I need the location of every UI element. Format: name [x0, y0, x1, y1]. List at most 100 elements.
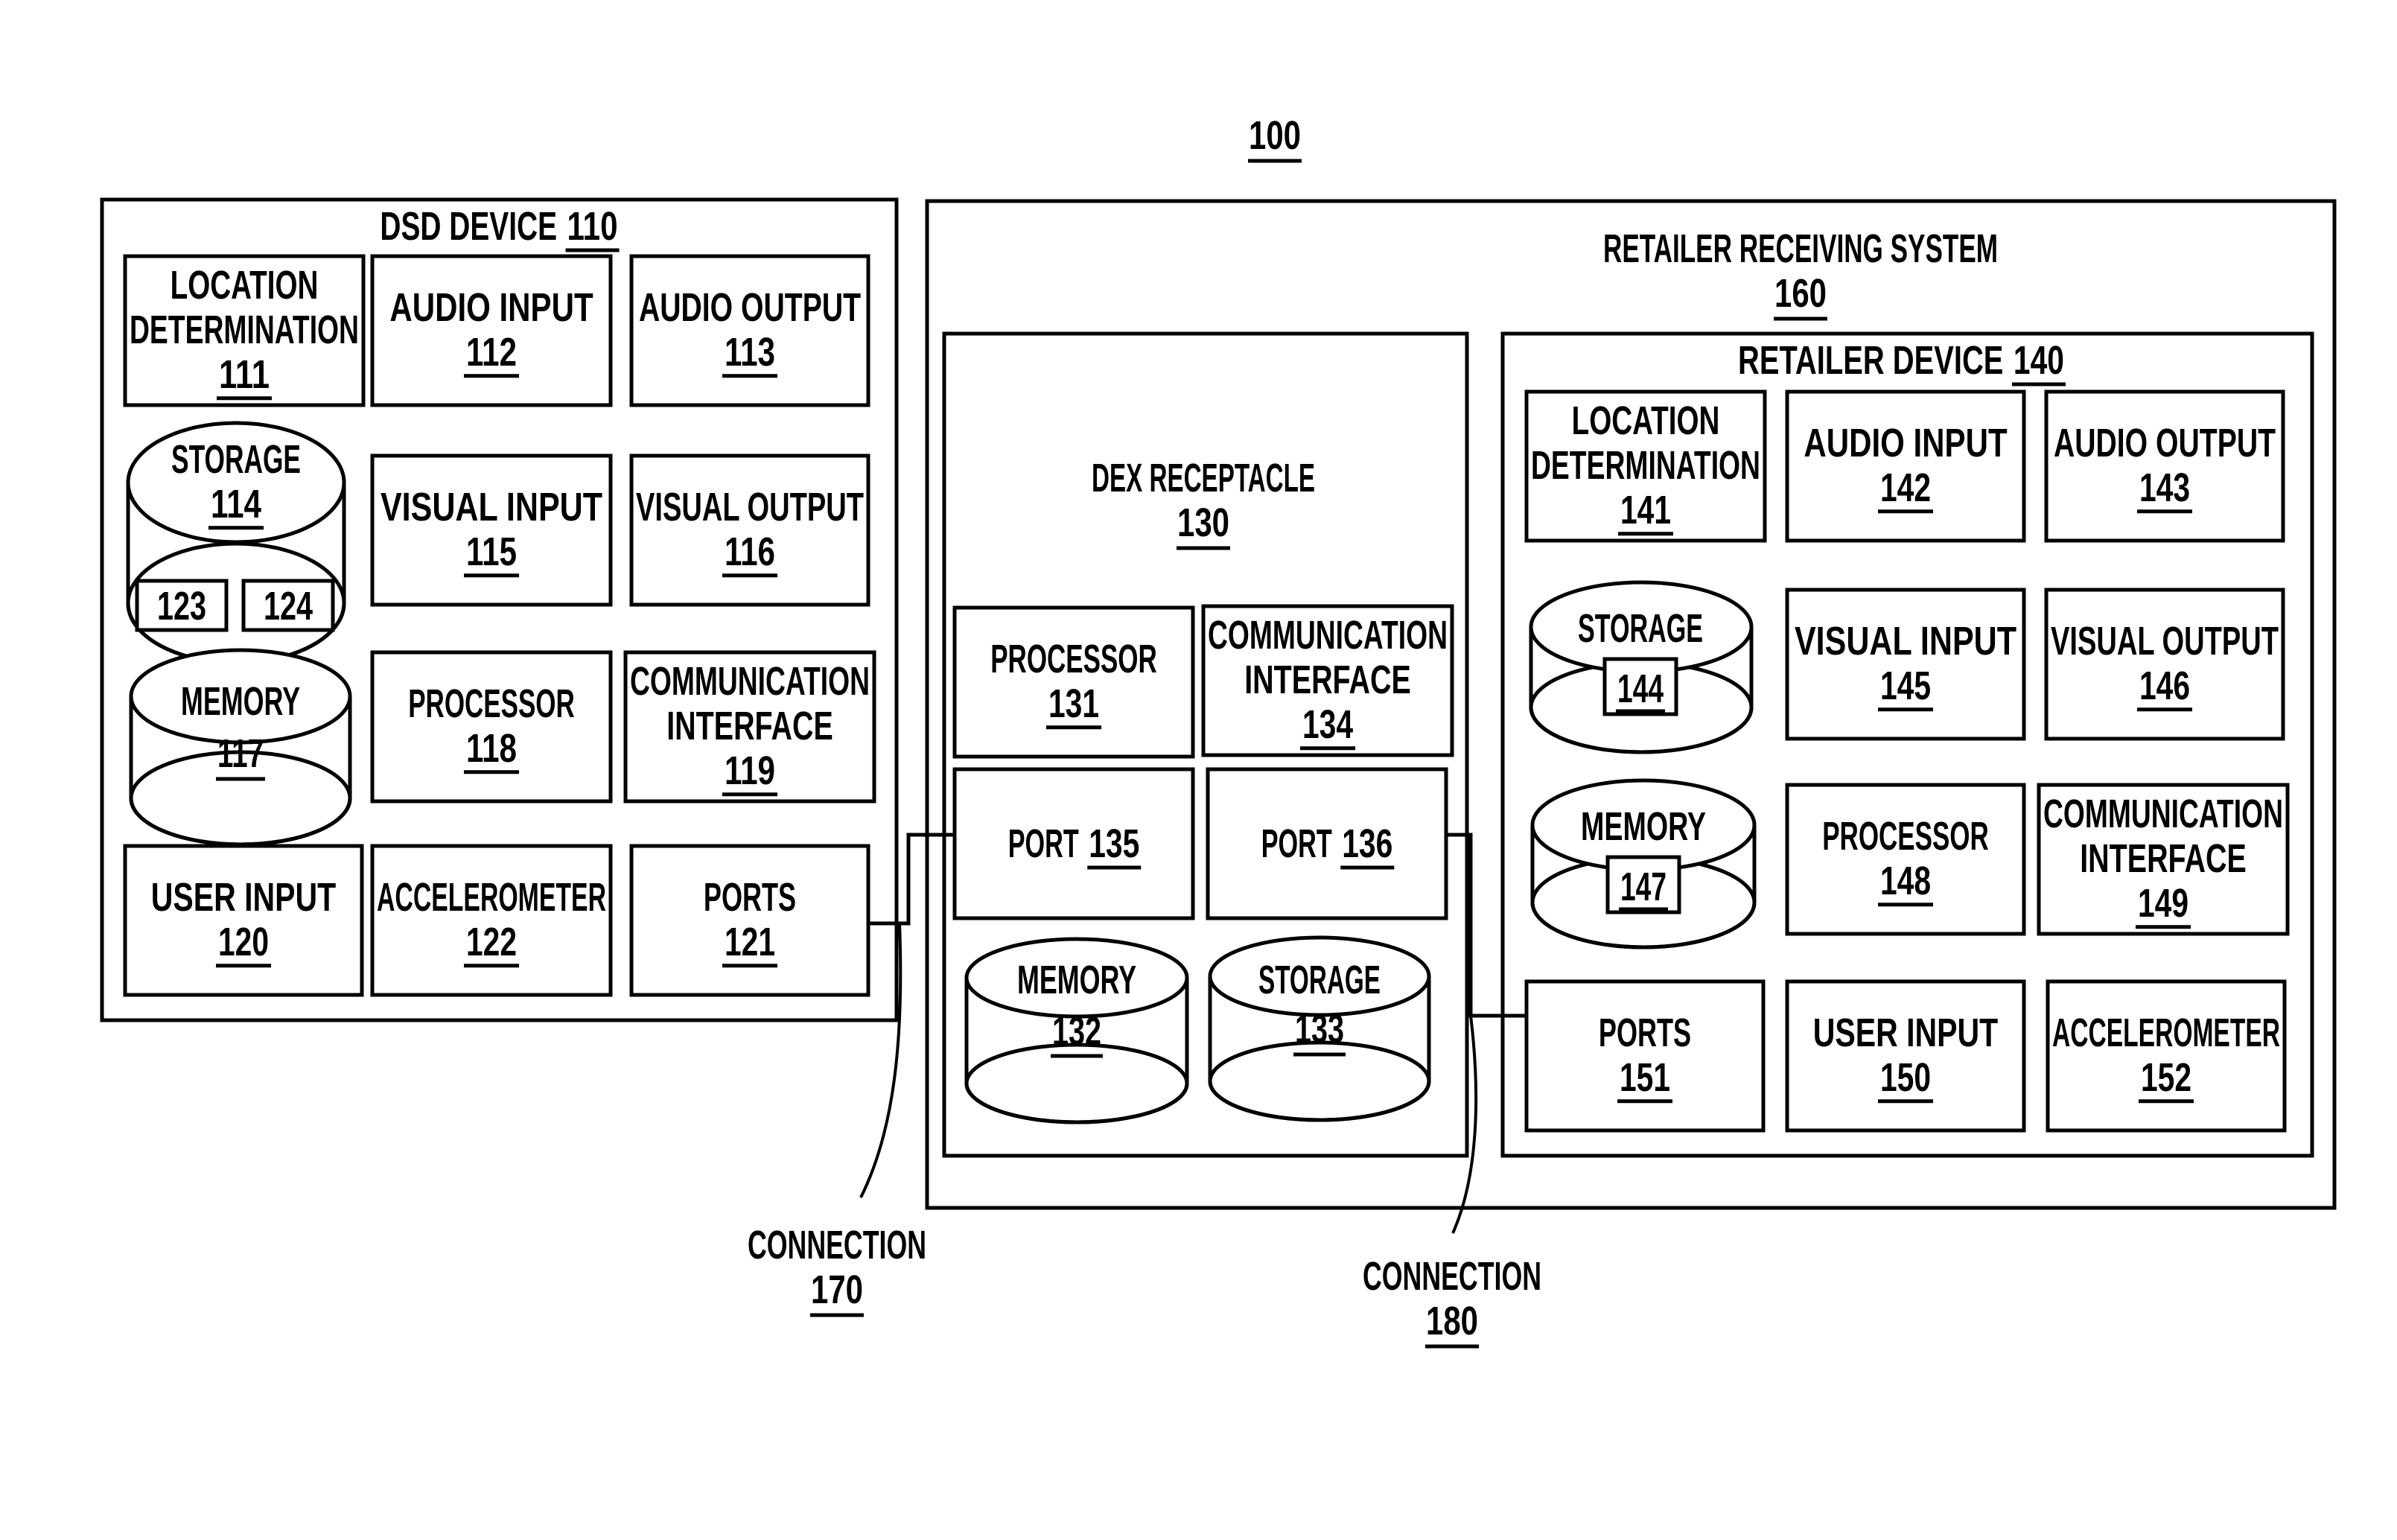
retailer-visual-output[interactable]: VISUAL OUTPUT146 — [2044, 588, 2285, 741]
retailer-device-title-title: RETAILER DEVICE — [1738, 338, 2003, 383]
dsd-location-determination-label: LOCATION — [171, 263, 319, 308]
dex-port-135-caption-ref: 135 — [1089, 821, 1139, 866]
dsd-processor[interactable]: PROCESSOR118 — [370, 650, 613, 804]
retailer-audio-output-label: AUDIO OUTPUT — [2054, 421, 2276, 465]
dsd-visual-input-ref: 115 — [466, 529, 517, 574]
connection-170-label: CONNECTION170 — [748, 1223, 926, 1317]
storage-item-ref: 124 — [264, 584, 313, 629]
dsd-storage[interactable]: STORAGE114 123 124 — [126, 421, 346, 665]
retailer-location-determination[interactable]: LOCATIONDETERMINATION141 — [1524, 389, 1767, 543]
dsd-accelerometer-ref: 122 — [466, 920, 517, 964]
retailer-storage-label: STORAGE — [1578, 606, 1703, 651]
dsd-visual-output-label: VISUAL OUTPUT — [636, 485, 864, 529]
dex-port-136[interactable]: PORT 136 — [1206, 767, 1448, 920]
dsd-accelerometer[interactable]: ACCELEROMETER122 — [370, 844, 613, 997]
retailer-communication-interface[interactable]: COMMUNICATIONINTERFACE149 — [2037, 783, 2290, 936]
dsd-location-determination-label: DETERMINATION — [130, 308, 359, 352]
retailer-visual-input[interactable]: VISUAL INPUT145 — [1785, 588, 2026, 741]
retailer-ports[interactable]: PORTS151 — [1524, 979, 1766, 1133]
dex-receptacle-title: DEX RECEPTACLE130 — [1092, 456, 1315, 550]
dsd-location-determination[interactable]: LOCATIONDETERMINATION111 — [123, 254, 366, 407]
dex-processor-label: PROCESSOR — [990, 637, 1157, 681]
dsd-memory-label: MEMORY — [181, 679, 300, 724]
retailer-location-determination-ref: 141 — [1620, 488, 1671, 532]
dex-port-135-caption: PORT 135 — [1008, 821, 1142, 870]
retailer-communication-interface-label: INTERFACE — [2080, 836, 2247, 881]
retailer-memory-ref: 147 — [1620, 865, 1667, 909]
connection-180-leader — [1451, 1015, 1478, 1234]
dex-port-136-caption: PORT 136 — [1261, 821, 1395, 870]
retailer-receiving-system-label: RETAILER RECEIVING SYSTEM — [1603, 226, 1998, 271]
connection-180-wire[interactable] — [1446, 833, 1527, 1018]
retailer-accelerometer[interactable]: ACCELEROMETER152 — [2046, 979, 2287, 1133]
retailer-communication-interface-label: COMMUNICATION — [2043, 792, 2283, 836]
dex-processor-ref: 131 — [1048, 681, 1099, 726]
dsd-ports[interactable]: PORTS121 — [629, 844, 870, 997]
dsd-visual-input[interactable]: VISUAL INPUT115 — [370, 454, 613, 607]
dsd-user-input-ref: 120 — [218, 920, 269, 964]
dex-port-135-caption-title: PORT — [1008, 821, 1079, 866]
retailer-visual-input-label: VISUAL INPUT — [1795, 619, 2016, 664]
dsd-storage-item-123[interactable]: 123 — [135, 579, 229, 632]
retailer-visual-input-ref: 145 — [1880, 664, 1931, 708]
dex-communication-interface[interactable]: COMMUNICATIONINTERFACE134 — [1201, 604, 1454, 757]
retailer-device-title-ref: 140 — [2014, 338, 2064, 383]
dsd-visual-output[interactable]: VISUAL OUTPUT116 — [629, 454, 870, 607]
retailer-ports-ref: 151 — [1620, 1055, 1670, 1100]
dsd-memory[interactable]: MEMORY 117 — [129, 648, 352, 847]
retailer-storage[interactable]: STORAGE 144 — [1529, 580, 1754, 754]
dex-memory[interactable]: MEMORY 132 — [964, 937, 1189, 1124]
dsd-audio-input[interactable]: AUDIO INPUT112 — [370, 254, 613, 407]
dex-processor[interactable]: PROCESSOR131 — [952, 605, 1195, 759]
dsd-device-title: DSD DEVICE 110 — [380, 204, 620, 252]
figure-ref-number: 100 — [1249, 113, 1301, 158]
dex-port-135[interactable]: PORT 135 — [952, 767, 1195, 920]
retailer-visual-output-ref: 146 — [2139, 664, 2190, 708]
connection-ref: 180 — [1426, 1299, 1478, 1343]
dex-storage-label: STORAGE — [1258, 958, 1381, 1002]
dsd-storage-item-124[interactable]: 124 — [241, 579, 335, 632]
dsd-storage-label: STORAGE — [171, 437, 301, 482]
dsd-communication-interface[interactable]: COMMUNICATIONINTERFACE119 — [623, 650, 876, 804]
dex-storage[interactable]: STORAGE 133 — [1208, 935, 1431, 1122]
retailer-memory-label: MEMORY — [1581, 804, 1706, 849]
dsd-location-determination-ref: 111 — [219, 352, 270, 397]
retailer-processor-ref: 148 — [1880, 859, 1931, 903]
dex-memory-label: MEMORY — [1017, 958, 1136, 1002]
dsd-storage-ref: 114 — [211, 482, 261, 526]
dsd-memory-ref: 117 — [217, 731, 264, 776]
dex-communication-interface-label: COMMUNICATION — [1208, 613, 1448, 658]
retailer-audio-input-label: AUDIO INPUT — [1804, 421, 2007, 465]
dsd-processor-label: PROCESSOR — [408, 681, 575, 726]
dsd-visual-output-ref: 116 — [725, 529, 775, 574]
retailer-memory[interactable]: MEMORY 147 — [1530, 778, 1757, 949]
retailer-accelerometer-ref: 152 — [2141, 1055, 2191, 1100]
retailer-visual-output-label: VISUAL OUTPUT — [2051, 619, 2279, 664]
retailer-location-determination-label: DETERMINATION — [1531, 443, 1760, 488]
dsd-audio-output[interactable]: AUDIO OUTPUT113 — [629, 254, 870, 407]
dsd-accelerometer-label: ACCELEROMETER — [377, 875, 606, 920]
dsd-audio-output-ref: 113 — [725, 330, 775, 375]
connection-label-text: CONNECTION — [748, 1223, 926, 1267]
dsd-audio-input-label: AUDIO INPUT — [389, 285, 593, 330]
dex-storage-ref: 133 — [1295, 1007, 1344, 1051]
retailer-audio-output[interactable]: AUDIO OUTPUT143 — [2044, 389, 2285, 543]
dsd-device-title-title: DSD DEVICE — [380, 204, 557, 249]
dex-communication-interface-label: INTERFACE — [1244, 658, 1411, 702]
retailer-location-determination-label: LOCATION — [1572, 398, 1720, 443]
dsd-communication-interface-label: INTERFACE — [666, 704, 833, 748]
retailer-ports-label: PORTS — [1599, 1011, 1691, 1055]
retailer-processor[interactable]: PROCESSOR148 — [1785, 783, 2026, 936]
dsd-audio-input-ref: 112 — [466, 330, 517, 375]
system-diagram: LOCATIONDETERMINATION111AUDIO INPUT112AU… — [100, 113, 2337, 1349]
retailer-audio-output-ref: 143 — [2139, 465, 2190, 510]
retailer-user-input-label: USER INPUT — [1813, 1011, 1998, 1055]
retailer-user-input[interactable]: USER INPUT150 — [1785, 979, 2026, 1133]
dex-receptacle-ref: 130 — [1177, 500, 1229, 545]
connection-170-wire[interactable] — [868, 833, 955, 926]
retailer-device-title: RETAILER DEVICE 140 — [1738, 338, 2066, 386]
connection-180-label: CONNECTION180 — [1363, 1254, 1541, 1349]
dsd-user-input[interactable]: USER INPUT120 — [123, 844, 364, 997]
retailer-audio-input[interactable]: AUDIO INPUT142 — [1785, 389, 2026, 543]
retailer-storage-ref: 144 — [1617, 666, 1664, 711]
